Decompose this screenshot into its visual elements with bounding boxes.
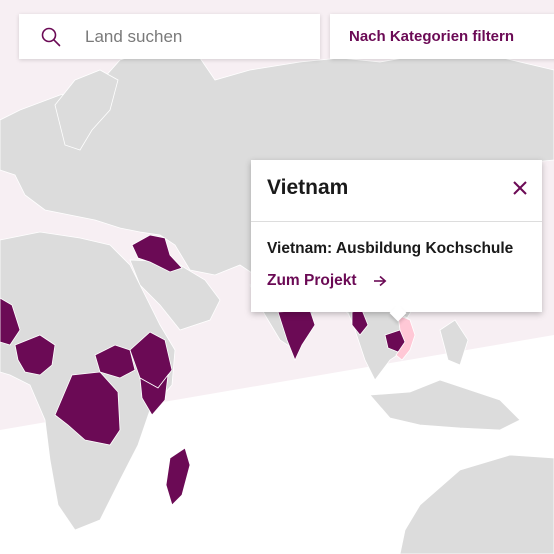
search-bar[interactable] xyxy=(19,14,320,59)
popup-body: Vietnam: Ausbildung Kochschule Zum Proje… xyxy=(251,222,542,290)
category-filter-label: Nach Kategorien filtern xyxy=(349,28,515,45)
popup-header: Vietnam xyxy=(251,160,542,222)
search-input[interactable] xyxy=(85,26,285,47)
close-icon[interactable] xyxy=(512,180,528,196)
search-icon[interactable] xyxy=(41,27,61,47)
project-link[interactable]: Zum Projekt xyxy=(267,272,526,290)
project-link-label[interactable]: Zum Projekt xyxy=(267,272,357,290)
arrow-right-icon[interactable] xyxy=(373,275,387,287)
popup-title: Vietnam xyxy=(267,176,349,199)
project-name: Vietnam: Ausbildung Kochschule xyxy=(267,240,514,257)
country-popup: Vietnam Vietnam: Ausbildung Kochschule Z… xyxy=(251,160,542,322)
category-filter-button[interactable]: Nach Kategorien filtern xyxy=(330,14,554,59)
